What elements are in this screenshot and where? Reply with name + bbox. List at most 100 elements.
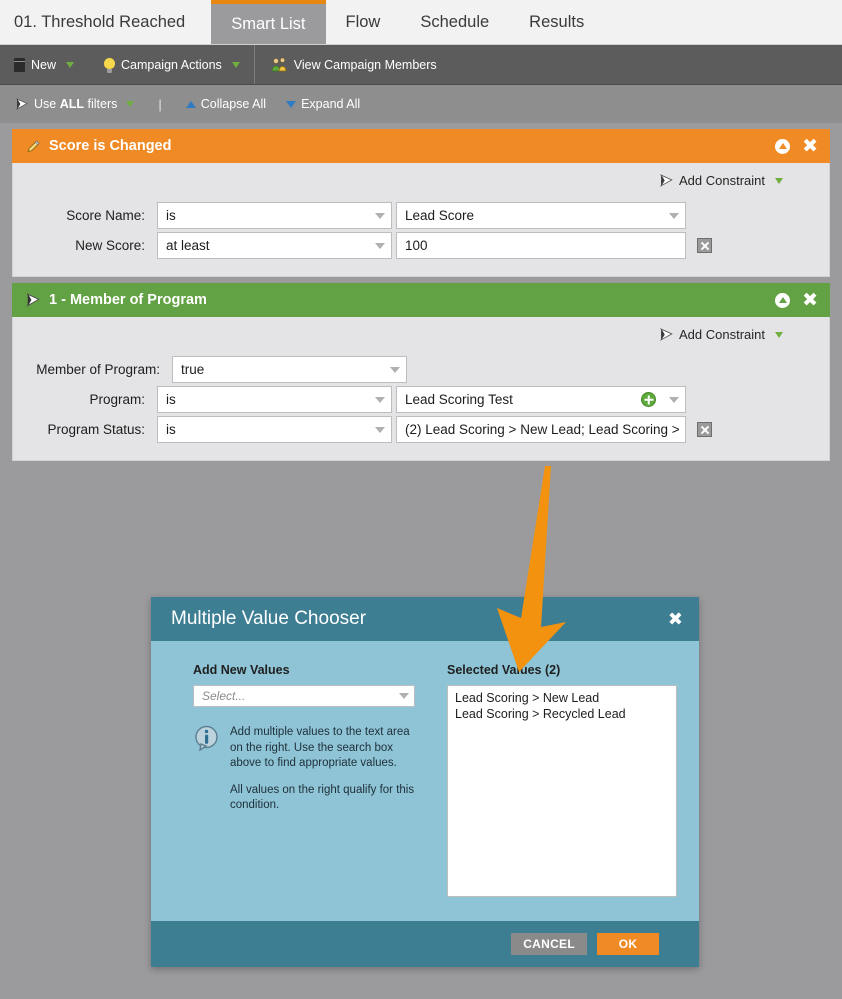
new-score-operator-select[interactable]: at least [157,232,392,259]
triangle-down-icon [286,100,297,108]
program-status-value-field[interactable]: (2) Lead Scoring > New Lead; Lead Scorin… [396,416,686,443]
filter-row-score-name: Score Name: is Lead Score [13,202,817,229]
field-label: Score Name: [66,208,145,223]
triangle-up-icon [185,100,196,108]
field-label: Program Status: [47,422,145,437]
dialog-footer: CANCEL OK [151,921,699,967]
add-constraint-button[interactable]: Add Constraint [659,173,783,188]
new-menu-button[interactable]: New [0,45,88,84]
program-operator-select[interactable]: is [157,386,392,413]
selected-values-label: Selected Values (2) [447,663,561,677]
new-score-value-input[interactable]: 100 [396,232,686,259]
chevron-down-icon [375,212,385,219]
tab-results[interactable]: Results [509,0,604,44]
move-up-icon[interactable] [775,292,791,308]
operator-value: is [166,392,176,407]
delete-constraint-icon[interactable] [697,238,712,253]
field-value: (2) Lead Scoring > New Lead; Lead Scorin… [405,422,679,437]
close-icon[interactable]: ✖ [668,609,683,630]
operator-value: true [181,362,205,377]
list-item[interactable]: Lead Scoring > New Lead [455,691,669,707]
collapse-all-button[interactable]: Collapse All [178,97,274,111]
panel-body: Add Constraint Score Name: is Lead Score… [12,163,830,277]
filter-panel-member-of-program: 1 - Member of Program ✖ Add Constraint M… [12,283,830,461]
add-constraint-row: Add Constraint [13,327,817,342]
filter-row-program: Program: is Lead Scoring Test [13,386,817,413]
tab-bar: 01. Threshold Reached Smart List Flow Sc… [0,0,842,45]
funnel-icon [26,292,41,308]
tab-label: Smart List [231,14,306,33]
value-search-select[interactable]: Select... [193,685,415,707]
chevron-down-icon [66,61,75,68]
filter-row-program-status: Program Status: is (2) Lead Scoring > Ne… [13,416,817,443]
chevron-down-icon [375,426,385,433]
add-constraint-label: Add Constraint [679,327,765,342]
panel-header-actions: ✖ [775,136,818,156]
expand-all-label: Expand All [301,97,361,111]
tab-smart-list[interactable]: Smart List [211,0,326,44]
add-new-values-label: Add New Values [193,663,290,677]
tab-label: 01. Threshold Reached [14,12,186,31]
dialog-header: Multiple Value Chooser ✖ [151,597,699,641]
tab-flow[interactable]: Flow [326,0,401,44]
add-icon[interactable] [641,392,656,407]
list-item[interactable]: Lead Scoring > Recycled Lead [455,707,669,723]
info-text: Add multiple values to the text area on … [230,725,415,814]
panel-title-group: 1 - Member of Program [26,292,775,308]
info-icon [193,725,220,752]
view-campaign-members-label: View Campaign Members [293,57,437,72]
program-value-select[interactable]: Lead Scoring Test [396,386,686,413]
new-document-icon [14,57,25,72]
score-name-value-select[interactable]: Lead Score [396,202,686,229]
chevron-down-icon [375,396,385,403]
ok-button[interactable]: OK [597,933,659,955]
tab-schedule[interactable]: Schedule [400,0,509,44]
select-placeholder: Select... [202,689,246,703]
toolbar-separator: | [158,96,162,112]
lightbulb-icon [104,58,116,73]
chevron-down-icon [775,177,783,184]
filter-toolbar: Use ALL filters | Collapse All Expand Al… [0,85,842,123]
chevron-down-icon [669,396,679,403]
chevron-down-icon [231,61,240,68]
dialog-title: Multiple Value Chooser [171,608,367,629]
panel-header-actions: ✖ [775,290,818,310]
tab-label: Schedule [420,12,490,31]
info-paragraph: Add multiple values to the text area on … [230,726,410,770]
add-new-values-section: Add New Values Select... Add multiple va… [193,663,415,921]
use-all-filters-button[interactable]: Use ALL filters [8,97,142,111]
expand-all-button[interactable]: Expand All [278,97,368,111]
operator-value: is [166,208,176,223]
move-up-icon[interactable] [775,138,791,154]
tab-threshold-reached[interactable]: 01. Threshold Reached [0,0,211,44]
filter-row-member-of-program: Member of Program: true [13,356,817,383]
new-label: New [31,57,57,72]
cancel-button[interactable]: CANCEL [511,933,587,955]
delete-constraint-icon[interactable] [697,422,712,437]
dialog-body: Add New Values Select... Add multiple va… [151,641,699,921]
score-name-operator-select[interactable]: is [157,202,392,229]
chevron-down-icon [399,693,409,699]
add-constraint-button[interactable]: Add Constraint [659,327,783,342]
action-toolbar: New Campaign Actions View Campaign Membe… [0,45,842,85]
panel-title-group: Score is Changed [26,138,775,154]
panel-body: Add Constraint Member of Program: true P… [12,317,830,461]
close-icon[interactable]: ✖ [802,290,818,310]
info-paragraph: All values on the right qualify for this… [230,783,415,812]
view-campaign-members-button[interactable]: View Campaign Members [255,45,451,84]
field-value: Lead Score [405,208,475,223]
add-constraint-row: Add Constraint [13,173,817,188]
operator-value: is [166,422,176,437]
chevron-down-icon [390,366,400,373]
program-status-operator-select[interactable]: is [157,416,392,443]
field-value: 100 [405,238,428,253]
selected-values-listbox[interactable]: Lead Scoring > New Lead Lead Scoring > R… [447,685,677,897]
member-of-program-select[interactable]: true [172,356,407,383]
panel-header: Score is Changed ✖ [12,129,830,163]
selected-values-section: Selected Values (2) Lead Scoring > New L… [447,663,677,921]
close-icon[interactable]: ✖ [802,136,818,156]
campaign-actions-menu-button[interactable]: Campaign Actions [88,45,255,84]
funnel-icon [659,328,673,341]
people-icon [271,57,288,72]
add-constraint-label: Add Constraint [679,173,765,188]
